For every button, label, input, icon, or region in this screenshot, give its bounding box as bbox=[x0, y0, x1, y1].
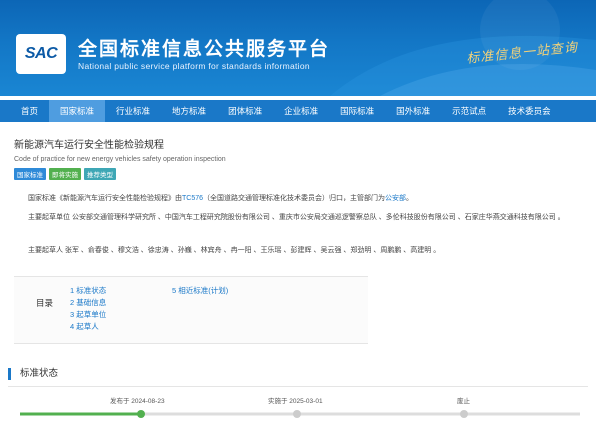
nav-item-enterprise-standards[interactable]: 企业标准 bbox=[273, 100, 329, 122]
toc-item-drafting-units[interactable]: 3 起草单位 bbox=[70, 309, 106, 321]
paragraph-middle: （全国道路交通管理标准化技术委员会）归口，主管部门为 bbox=[203, 195, 386, 202]
sac-logo[interactable]: SAC bbox=[16, 34, 66, 74]
nav-item-group-standards[interactable]: 团体标准 bbox=[217, 100, 273, 122]
main-navigation: 首页 国家标准 行业标准 地方标准 团体标准 企业标准 国际标准 国外标准 示范… bbox=[0, 100, 596, 122]
logo-text: SAC bbox=[24, 45, 58, 62]
nav-item-foreign-standards[interactable]: 国外标准 bbox=[385, 100, 441, 122]
site-title: 全国标准信息公共服务平台 bbox=[78, 39, 331, 60]
site-header: SAC 全国标准信息公共服务平台 National public service… bbox=[0, 0, 596, 96]
nav-item-international-standards[interactable]: 国际标准 bbox=[329, 100, 385, 122]
toc-item-similar-standards[interactable]: 5 相近标准(计划) bbox=[172, 285, 228, 297]
site-subtitle: National public service platform for sta… bbox=[78, 61, 310, 71]
milestone-published-dot bbox=[137, 410, 145, 418]
nav-item-national-standards[interactable]: 国家标准 bbox=[49, 100, 106, 122]
standard-header: 新能源汽车运行安全性能检验规程 Code of practice for new… bbox=[14, 136, 226, 180]
paragraph-prefix: 国家标准《新能源汽车运行安全性能检验规程》由 bbox=[28, 195, 182, 202]
nav-item-pilot-demonstration[interactable]: 示范试点 bbox=[441, 100, 497, 122]
paragraph-suffix: 。 bbox=[406, 195, 414, 202]
nav-item-local-standards[interactable]: 地方标准 bbox=[161, 100, 217, 122]
drafting-units-paragraph: 主要起草单位 公安部交通管理科学研究所 、中国汽车工程研究院股份有限公司 、重庆… bbox=[28, 214, 565, 221]
toc-label: 目录 bbox=[36, 298, 54, 308]
nav-item-industry-standards[interactable]: 行业标准 bbox=[105, 100, 161, 122]
milestone-implemented-label: 实施于 2025-03-01 bbox=[268, 398, 323, 405]
milestone-published-label: 发布于 2024-08-23 bbox=[110, 398, 165, 405]
drafters-paragraph: 主要起草人 张军 、俞春俊 、穆文浩 、徐忠涛 、孙巍 、林宾舟 、冉一阳 、王… bbox=[28, 247, 441, 254]
nav-item-technical-committees[interactable]: 技术委员会 bbox=[497, 100, 562, 122]
standard-title: 新能源汽车运行安全性能检验规程 bbox=[14, 140, 164, 151]
standard-title-english: Code of practice for new energy vehicles… bbox=[14, 156, 226, 163]
milestone-abolished-dot bbox=[460, 410, 468, 418]
status-section-title: 标准状态 bbox=[8, 368, 58, 380]
table-of-contents: 目录 1 标准状态 2 基础信息 3 起草单位 4 起草人 5 相近标准(计划) bbox=[14, 276, 368, 344]
tc576-link[interactable]: TC576 bbox=[182, 195, 203, 202]
toc-column-left: 1 标准状态 2 基础信息 3 起草单位 4 起草人 bbox=[70, 285, 106, 333]
toc-item-drafters[interactable]: 4 起草人 bbox=[70, 321, 106, 333]
tag-coming-into-force: 即将实施 bbox=[49, 168, 81, 180]
toc-column-right: 5 相近标准(计划) bbox=[172, 285, 228, 297]
ministry-link[interactable]: 公安部 bbox=[385, 195, 406, 202]
milestone-implemented-dot bbox=[293, 410, 301, 418]
toc-item-basic-info[interactable]: 2 基础信息 bbox=[70, 297, 106, 309]
standard-tags: 国家标准 即将实施 推荐类型 bbox=[14, 168, 226, 180]
toc-item-standard-status[interactable]: 1 标准状态 bbox=[70, 285, 106, 297]
nav-item-home[interactable]: 首页 bbox=[10, 100, 49, 122]
responsible-committee-paragraph: 国家标准《新能源汽车运行安全性能检验规程》由TC576（全国道路交通管理标准化技… bbox=[28, 194, 588, 204]
section-divider bbox=[8, 386, 588, 387]
tag-recommended-type: 推荐类型 bbox=[84, 168, 116, 180]
milestone-abolished-label: 废止 bbox=[457, 398, 470, 405]
tag-national-standard: 国家标准 bbox=[14, 168, 46, 180]
